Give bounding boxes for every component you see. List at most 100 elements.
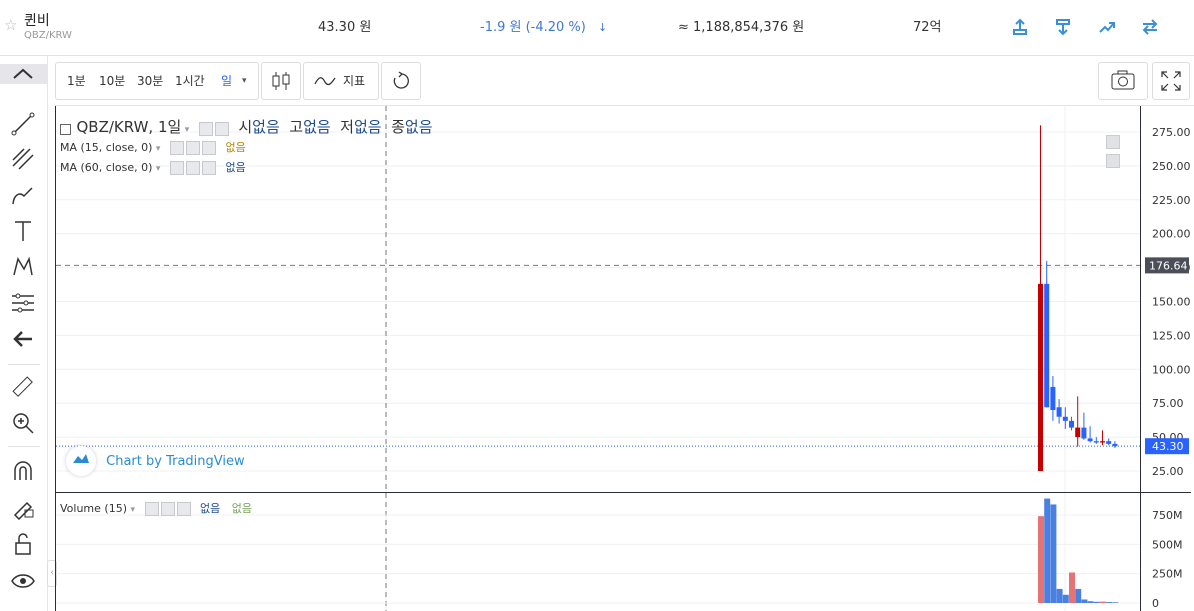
zoom-in-icon[interactable] (10, 410, 36, 436)
candle-body (1093, 441, 1099, 443)
current-price: 43.30 원 (318, 20, 372, 35)
collapse-legend-icon[interactable] (60, 123, 73, 136)
volume-bar (1100, 601, 1106, 603)
trend-line-icon[interactable] (10, 111, 36, 137)
favorite-star-icon[interactable]: ☆ (4, 16, 17, 34)
swap-icon[interactable] (1140, 17, 1160, 37)
price-change: -1.9 원 (-4.20 %) ↓ (480, 0, 607, 55)
fullscreen-button[interactable] (1152, 62, 1190, 100)
coin-pair: QBZ/KRW (24, 30, 72, 41)
lock-drawing-icon[interactable] (10, 494, 36, 520)
interval-10min[interactable]: 10분 (99, 63, 125, 99)
price-axis-label: 25.00 (1152, 465, 1184, 478)
chart-left-border (55, 106, 56, 611)
ma15-label: MA (15, close, 0) (60, 141, 153, 154)
market-cap: 72억 (913, 20, 942, 35)
chevron-down-icon[interactable]: ▾ (156, 144, 161, 154)
indicators-button[interactable]: 지표 (303, 62, 379, 100)
ma60-legend[interactable]: MA (60, close, 0) ▾ 없음 (60, 159, 246, 175)
candle-body (1075, 427, 1081, 438)
chevron-down-icon[interactable]: ▾ (156, 164, 161, 174)
interval-day[interactable]: 일 (221, 63, 232, 99)
unlock-icon[interactable] (10, 531, 36, 557)
price-axis-label: 200.00 (1152, 228, 1191, 241)
volume-legend[interactable]: Volume (15) ▾ 없음 없음 (60, 500, 252, 516)
price-axis-label: 125.00 (1152, 329, 1191, 342)
trade-icon[interactable] (1097, 17, 1117, 37)
scale-up-icon[interactable] (1106, 154, 1120, 168)
legend-settings-icons[interactable] (198, 122, 231, 136)
pane-separator[interactable] (55, 492, 1191, 493)
reset-chart-button[interactable] (381, 62, 421, 100)
deposit-icon[interactable] (1010, 17, 1030, 37)
ruler-icon[interactable] (10, 374, 36, 400)
volume-bar (1093, 601, 1100, 603)
text-icon[interactable] (10, 218, 36, 244)
tradingview-logo-icon (66, 446, 96, 476)
volume-bar (1081, 599, 1088, 603)
screenshot-button[interactable] (1098, 62, 1148, 100)
chart-type-button[interactable] (261, 62, 301, 100)
crosshair-price-label: 176.64 (1149, 259, 1188, 272)
brush-icon[interactable] (10, 182, 36, 208)
ohlc-low: 저없음 (340, 118, 382, 136)
candle-body (1038, 283, 1043, 471)
indicator-wave-icon (314, 77, 336, 86)
scale-buttons[interactable] (1106, 134, 1136, 168)
candle-body (1062, 416, 1068, 421)
scale-down-icon[interactable] (1106, 135, 1120, 149)
price-axis-label: 225.00 (1152, 194, 1191, 207)
volume-bar (1075, 588, 1082, 603)
indicators-label: 지표 (343, 74, 366, 88)
interval-1min[interactable]: 1분 (67, 63, 86, 99)
chevron-up-icon (13, 68, 33, 79)
volume-label: Volume (15) (60, 502, 127, 515)
ma60-controls[interactable] (169, 161, 218, 175)
camera-icon (1111, 70, 1135, 90)
pattern-icon[interactable] (10, 254, 36, 280)
arrow-left-icon[interactable] (10, 326, 36, 352)
tradingview-branding[interactable]: Chart by TradingView (66, 446, 245, 476)
volume-bar (1050, 504, 1057, 603)
volume-axis-label: 500M (1152, 538, 1183, 551)
interval-30min[interactable]: 30분 (137, 63, 163, 99)
drawing-toolbar (0, 56, 48, 611)
eye-icon[interactable] (10, 568, 36, 594)
ma15-legend[interactable]: MA (15, close, 0) ▾ 없음 (60, 139, 246, 155)
toolbar-divider (8, 364, 40, 365)
candle-body (1087, 438, 1093, 442)
last-price-label: 43.30 (1152, 440, 1184, 453)
price-axis-label: 75.00 (1152, 397, 1184, 410)
volume-bar (1069, 572, 1075, 603)
volume-bar (1062, 594, 1069, 603)
volume-bar (1044, 498, 1051, 603)
refresh-icon (393, 71, 409, 89)
candle-body (1081, 427, 1087, 439)
candle-body (1106, 441, 1112, 444)
volume-bar (1106, 602, 1113, 603)
collapse-toolbar-button[interactable] (0, 64, 47, 84)
price-chart[interactable]: 275.00250.00225.00200.00175.00150.00125.… (55, 106, 1191, 611)
ma60-label: MA (60, close, 0) (60, 161, 153, 174)
chevron-down-icon[interactable]: ▾ (131, 505, 136, 515)
volume-axis-label: 750M (1152, 509, 1183, 522)
volume-controls[interactable] (144, 502, 193, 516)
fib-tools-icon[interactable] (10, 146, 36, 172)
price-axis-label: 250.00 (1152, 160, 1191, 173)
volume-bar (1112, 602, 1119, 603)
volume-bar (1038, 516, 1044, 603)
fullscreen-icon (1161, 71, 1181, 91)
candle-body (1056, 407, 1062, 417)
ma15-controls[interactable] (169, 141, 218, 155)
withdraw-icon[interactable] (1053, 17, 1073, 37)
chevron-down-icon[interactable]: ▾ (242, 63, 247, 99)
ma15-value: 없음 (225, 141, 246, 154)
tradingview-link[interactable]: Chart by TradingView (106, 454, 244, 469)
volume-bar (1056, 588, 1063, 603)
chevron-down-icon[interactable]: ▾ (185, 125, 190, 135)
toolbar-divider (8, 446, 40, 447)
ohlc-open: 시없음 (238, 118, 280, 136)
magnet-icon[interactable] (10, 458, 36, 484)
prediction-icon[interactable] (10, 290, 36, 316)
interval-1hour[interactable]: 1시간 (175, 63, 205, 99)
